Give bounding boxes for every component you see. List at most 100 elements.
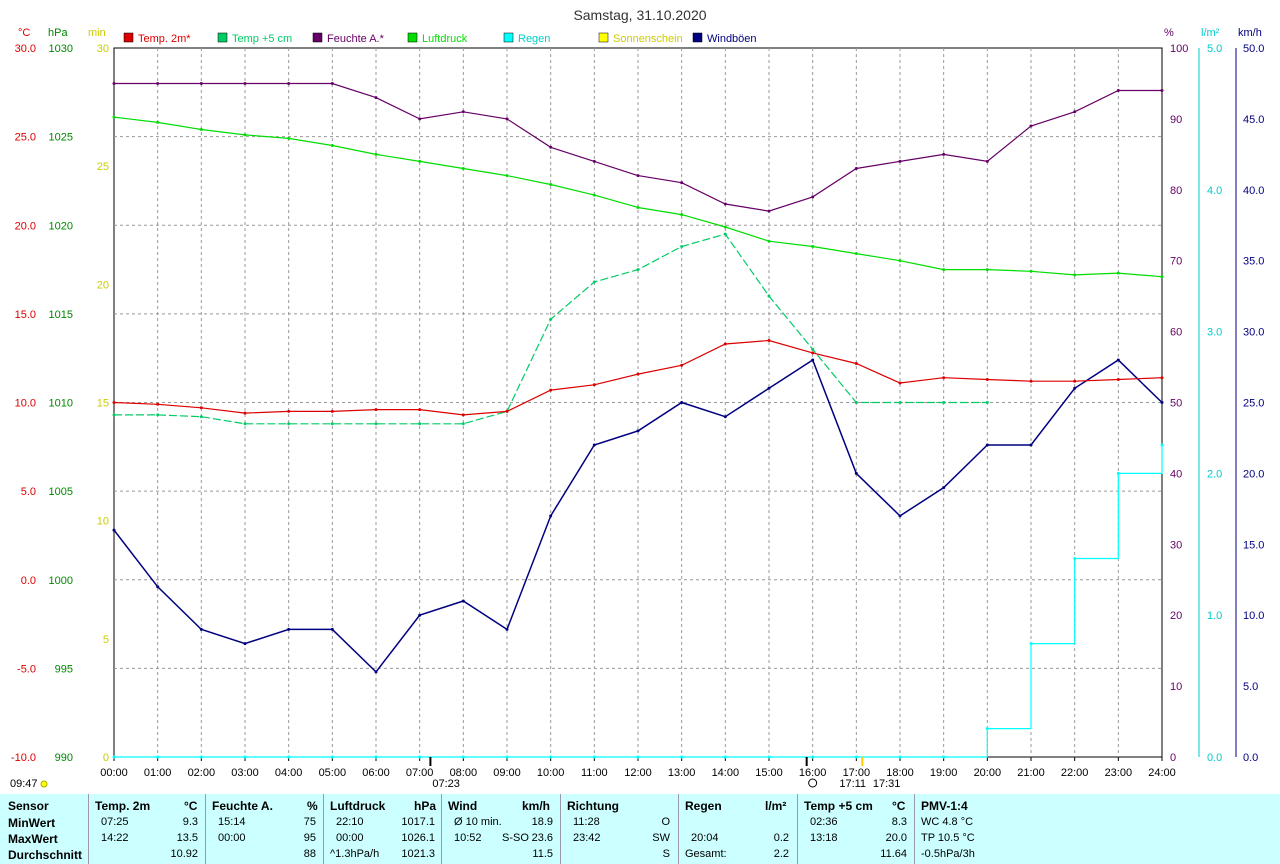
rain-tick-label: 2.0 bbox=[1207, 468, 1222, 480]
humidity-tick-label: 40 bbox=[1170, 468, 1182, 480]
now-label: 09:47 bbox=[10, 778, 38, 790]
point bbox=[1029, 124, 1033, 128]
x-tick-label: 07:00 bbox=[406, 767, 434, 779]
humidity-tick-label: 0 bbox=[1170, 752, 1176, 764]
x-tick-label: 22:00 bbox=[1061, 767, 1089, 779]
grid bbox=[113, 47, 1163, 758]
x-tick-label: 16:00 bbox=[799, 767, 827, 779]
pmv-wc: WC 4.8 °C bbox=[921, 816, 974, 828]
direction-t1: 11:28 bbox=[573, 816, 600, 828]
point bbox=[461, 167, 465, 170]
point bbox=[985, 268, 989, 272]
point bbox=[374, 670, 378, 674]
direction-avg: S bbox=[662, 848, 670, 860]
point bbox=[723, 415, 727, 419]
legend-swatch bbox=[692, 32, 703, 43]
point bbox=[592, 193, 596, 197]
legend-label: Regen bbox=[518, 33, 550, 45]
pressure-avg: 1021.3 bbox=[401, 848, 435, 860]
pmv-tp: TP 10.5 °C bbox=[921, 832, 975, 844]
pressure-tick-label: 995 bbox=[55, 663, 73, 675]
point bbox=[156, 413, 160, 417]
point bbox=[1160, 401, 1164, 404]
temp-tick-label: -5.0 bbox=[17, 663, 36, 675]
wind-avg10: 18.9 bbox=[531, 816, 553, 828]
point bbox=[767, 386, 771, 390]
x-tick-label: 14:00 bbox=[712, 767, 740, 779]
temp-tick-label: 0.0 bbox=[21, 575, 36, 587]
point bbox=[854, 755, 858, 759]
point bbox=[112, 755, 116, 759]
point bbox=[330, 755, 334, 759]
point bbox=[199, 415, 203, 419]
temp2m-title: Temp. 2m bbox=[95, 799, 151, 813]
point bbox=[680, 363, 684, 367]
point bbox=[374, 408, 378, 412]
pressure-tick-label: 1005 bbox=[49, 486, 73, 498]
x-tick-label: 01:00 bbox=[144, 767, 172, 779]
point bbox=[680, 401, 684, 404]
point bbox=[1160, 89, 1164, 92]
direction-title: Richtung bbox=[567, 799, 619, 813]
point bbox=[592, 280, 596, 284]
point bbox=[243, 133, 247, 137]
temp-tick-label: 10.0 bbox=[15, 398, 36, 410]
pressure-trend: ^1.3hPa/h bbox=[330, 848, 380, 860]
temp2m-max-time: 14:22 bbox=[101, 832, 129, 844]
point bbox=[374, 755, 378, 759]
rain-tick-label: 3.0 bbox=[1207, 327, 1222, 339]
point bbox=[1029, 642, 1033, 646]
point bbox=[549, 755, 553, 759]
humidity-max-time: 00:00 bbox=[218, 832, 246, 844]
point bbox=[854, 401, 858, 404]
point bbox=[811, 755, 815, 759]
point bbox=[898, 514, 902, 518]
point bbox=[592, 383, 596, 387]
rain-tick-label: 1.0 bbox=[1207, 610, 1222, 622]
pressure-min: 1017.1 bbox=[401, 816, 435, 828]
point bbox=[1073, 379, 1077, 383]
point bbox=[330, 82, 334, 85]
pmv-title: PMV-1:4 bbox=[921, 799, 968, 813]
temp5-unit: °C bbox=[892, 799, 906, 813]
wind-tick-label: 35.0 bbox=[1243, 256, 1264, 268]
legend-swatch bbox=[217, 32, 228, 43]
wind-max-dir: S-SO bbox=[502, 832, 529, 844]
row-label-sensor: Sensor bbox=[8, 799, 49, 813]
point bbox=[636, 429, 640, 433]
pressure-tick-label: 1010 bbox=[49, 398, 73, 410]
wind-tick-label: 45.0 bbox=[1243, 114, 1264, 126]
point bbox=[330, 409, 334, 413]
point bbox=[636, 174, 640, 178]
temp-tick-label: 20.0 bbox=[15, 220, 36, 232]
point bbox=[505, 755, 509, 759]
point bbox=[985, 378, 989, 381]
point bbox=[374, 152, 378, 156]
wind-max: 23.6 bbox=[531, 832, 553, 844]
point bbox=[592, 755, 596, 759]
pressure-unit: hPa bbox=[48, 27, 68, 39]
humidity-max: 95 bbox=[303, 832, 316, 844]
point bbox=[1029, 443, 1033, 447]
direction-d1: O bbox=[661, 816, 670, 828]
point bbox=[767, 209, 771, 213]
rain-tick-label: 4.0 bbox=[1207, 185, 1222, 197]
point bbox=[1116, 378, 1120, 381]
legend-swatch bbox=[503, 32, 514, 43]
point bbox=[854, 362, 858, 365]
point bbox=[680, 181, 684, 185]
point bbox=[811, 351, 815, 355]
point bbox=[811, 245, 815, 248]
x-tick-label: 13:00 bbox=[668, 767, 696, 779]
point bbox=[549, 388, 553, 392]
rain-unit: l/m² bbox=[765, 799, 787, 813]
pressure-tick-label: 990 bbox=[55, 752, 73, 764]
humidity-tick-label: 60 bbox=[1170, 327, 1182, 339]
point bbox=[811, 347, 815, 351]
wind-avg: 11.5 bbox=[532, 848, 553, 860]
legend: Temp. 2m* Temp +5 cm Feuchte A.* Luftdruck R… bbox=[123, 32, 757, 45]
point bbox=[767, 755, 771, 759]
point bbox=[549, 317, 553, 321]
pressure-max-time: 00:00 bbox=[336, 832, 364, 844]
sun-tick-label: 0 bbox=[103, 752, 109, 764]
